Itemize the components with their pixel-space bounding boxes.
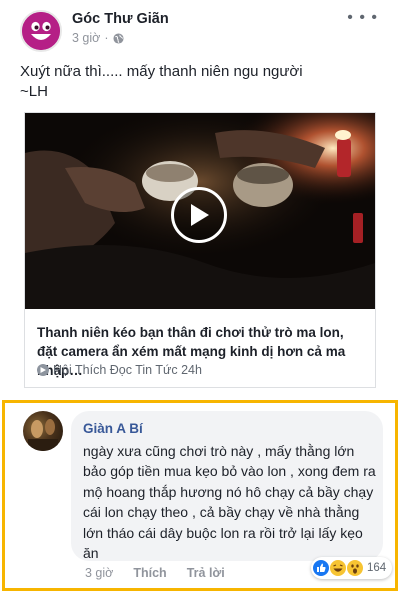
haha-reaction-icon bbox=[330, 560, 346, 576]
link-source-name: Hội Thích Đọc Tin Tức 24h bbox=[53, 363, 202, 377]
page-avatar[interactable] bbox=[20, 10, 62, 52]
post-message-line: Xuýt nữa thì..... mấy thanh niên ngu ngư… bbox=[20, 63, 303, 80]
post-meta: 3 giờ · bbox=[72, 31, 124, 45]
more-options-icon[interactable]: • • • bbox=[347, 10, 378, 26]
link-preview-card[interactable]: Thanh niên kéo bạn thân đi chơi thử trò … bbox=[24, 112, 376, 388]
link-source[interactable]: Hội Thích Đọc Tin Tức 24h bbox=[37, 363, 202, 377]
like-comment-button[interactable]: Thích bbox=[133, 566, 166, 580]
post-card: Góc Thư Giãn 3 giờ · • • • Xuýt nữa thì.… bbox=[0, 0, 400, 390]
reaction-summary[interactable]: 164 bbox=[311, 557, 393, 579]
comment-timestamp[interactable]: 3 giờ bbox=[85, 566, 113, 580]
video-thumbnail[interactable] bbox=[25, 113, 375, 309]
play-button[interactable] bbox=[171, 187, 227, 243]
play-icon bbox=[191, 204, 209, 226]
reaction-count: 164 bbox=[367, 562, 387, 574]
page-name-link[interactable]: Góc Thư Giãn bbox=[72, 11, 169, 27]
page-source-icon bbox=[37, 364, 49, 376]
comment-bubble: Giàn A Bí ngày xưa cũng chơi trò này , m… bbox=[71, 411, 383, 561]
comment-body: ngày xưa cũng chơi trò này , mấy thằng l… bbox=[83, 443, 376, 562]
smiley-logo-icon bbox=[22, 12, 60, 50]
highlighted-comment: Giàn A Bí ngày xưa cũng chơi trò này , m… bbox=[2, 400, 398, 591]
reply-comment-button[interactable]: Trả lời bbox=[187, 566, 225, 580]
post-message: Xuýt nữa thì..... mấy thanh niên ngu ngư… bbox=[20, 62, 380, 102]
post-timestamp[interactable]: 3 giờ bbox=[72, 31, 100, 45]
wow-reaction-icon bbox=[347, 560, 363, 576]
commenter-avatar[interactable] bbox=[23, 411, 63, 451]
commenter-name-link[interactable]: Giàn A Bí bbox=[83, 421, 143, 436]
globe-icon bbox=[112, 32, 124, 44]
profile-photo bbox=[28, 419, 58, 451]
post-message-line: ~LH bbox=[20, 83, 48, 100]
comment-actions: 3 giờ Thích Trả lời bbox=[85, 566, 225, 580]
like-reaction-icon bbox=[313, 560, 329, 576]
